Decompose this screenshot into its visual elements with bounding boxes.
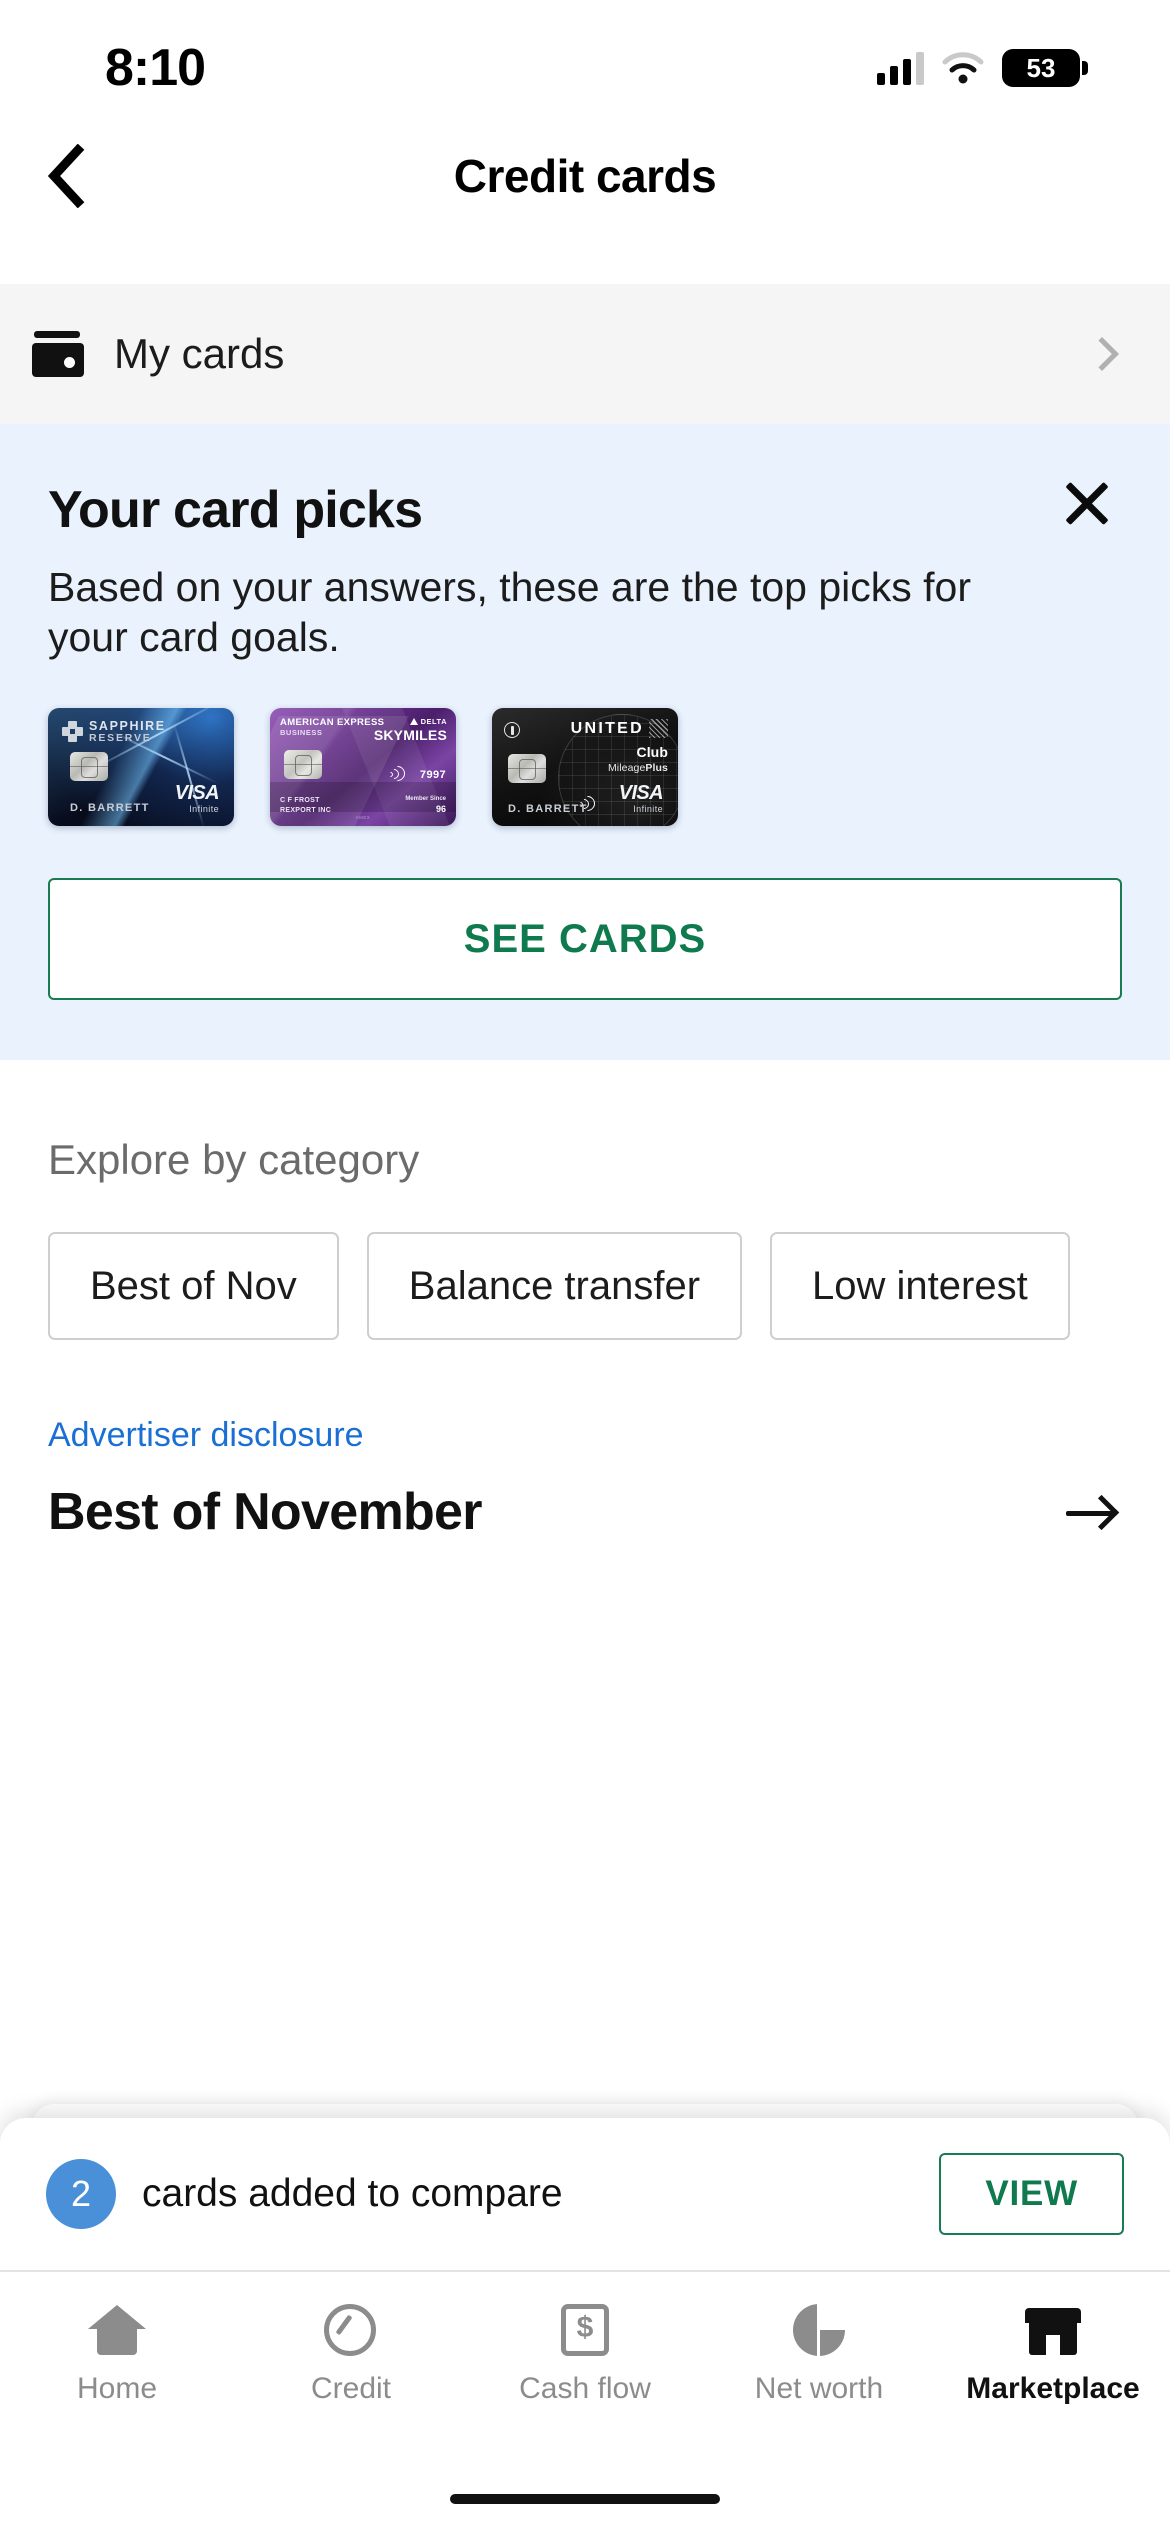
- card-holder-name: C F FROST REXPORT INC: [280, 796, 331, 815]
- card-picks-panel: Your card picks Based on your answers, t…: [0, 424, 1170, 1061]
- tab-credit-label: Credit: [310, 2372, 392, 2405]
- delta-skymiles-logo: DELTA SKYMILES: [374, 717, 447, 742]
- card-last-four: 7997: [419, 769, 446, 782]
- tab-cash-flow[interactable]: $ Cash flow: [468, 2302, 702, 2406]
- card-issuer-label: SAPPHIRE RESERVE: [89, 719, 166, 745]
- tab-credit[interactable]: Credit: [234, 2302, 468, 2406]
- emv-chip-icon: [284, 750, 322, 780]
- storefront-icon: [1022, 2302, 1084, 2358]
- card-thumbnail-united-club[interactable]: UNITED Club MileagePlus D. BARRETT VISA …: [492, 708, 678, 827]
- card-holder-line2: REXPORT INC: [280, 806, 332, 814]
- member-since-label: Member Since: [405, 795, 446, 802]
- tab-cash-flow-label: Cash flow: [519, 2372, 651, 2405]
- card-issuer-label: AMERICAN EXPRESS BUSINESS: [280, 717, 384, 737]
- card-holder-name: D. BARRETT: [508, 803, 588, 816]
- bottom-tab-bar: Home Credit $ Cash flow Net worth Market…: [0, 2270, 1170, 2532]
- card-program-text: SKYMILES: [373, 727, 447, 744]
- category-chip-balance-transfer[interactable]: Balance transfer: [366, 1232, 743, 1341]
- card-network-text: VISA: [174, 782, 220, 805]
- member-since-value: 96: [435, 803, 446, 814]
- wallet-icon: [32, 331, 84, 377]
- card-partner-text: DELTA: [420, 717, 447, 727]
- view-compare-button[interactable]: VIEW: [939, 2153, 1124, 2235]
- back-button[interactable]: [22, 131, 112, 221]
- status-indicators: 53: [877, 31, 1088, 87]
- card-network-tier-text: Infinite: [189, 804, 219, 815]
- my-cards-label: My cards: [114, 330, 285, 377]
- united-emblem-icon: [504, 722, 520, 739]
- promo-subtitle: Based on your answers, these are the top…: [48, 564, 972, 661]
- battery-level: 53: [1026, 52, 1056, 83]
- emv-chip-icon: [508, 754, 546, 784]
- best-of-header-row: Best of November: [48, 1481, 1122, 1543]
- united-globe-mark-icon: [649, 719, 668, 739]
- tab-marketplace-label: Marketplace: [966, 2372, 1140, 2405]
- dollar-square-icon: $: [554, 2302, 616, 2358]
- home-indicator: [450, 2494, 720, 2504]
- chevron-right-icon: [1085, 337, 1119, 371]
- status-time: 8:10: [105, 39, 206, 97]
- tab-net-worth[interactable]: Net worth: [702, 2302, 936, 2406]
- arrow-right-icon[interactable]: [1060, 1481, 1122, 1543]
- card-thumbnail-amex-delta-skymiles[interactable]: AMERICAN EXPRESS BUSINESS DELTA SKYMILES…: [270, 708, 456, 827]
- status-bar: 8:10 53: [0, 0, 1170, 118]
- card-network-text: VISA: [618, 782, 664, 805]
- card-tier-text: RESERVE: [89, 732, 152, 745]
- home-icon: [86, 2302, 148, 2358]
- category-chip-list[interactable]: Best of Nov Balance transfer Low interes…: [48, 1232, 1170, 1341]
- visa-logo: VISA Infinite: [174, 782, 220, 815]
- explore-heading: Explore by category: [48, 1136, 420, 1184]
- card-program-text: MileagePlus: [607, 762, 668, 775]
- best-of-title: Best of November: [48, 1483, 482, 1542]
- category-chip-best-of-nov[interactable]: Best of Nov: [48, 1232, 339, 1341]
- best-of-section: Advertiser disclosure Best of November: [0, 1340, 1170, 1543]
- explore-section: Explore by category Best of Nov Balance …: [0, 1060, 1170, 1341]
- tab-home[interactable]: Home: [0, 2302, 234, 2406]
- close-promo-button[interactable]: [1054, 470, 1120, 536]
- card-tier-text: Club: [636, 744, 668, 761]
- see-cards-button[interactable]: SEE CARDS: [48, 878, 1122, 1001]
- card-holder-line1: C F FROST: [280, 797, 320, 805]
- card-thumbnails: SAPPHIRE RESERVE D. BARRETT VISA Infinit…: [48, 708, 1122, 827]
- cellular-bars-icon: [877, 51, 924, 85]
- my-cards-row[interactable]: My cards: [0, 284, 1170, 424]
- card-thumbnail-sapphire-reserve[interactable]: SAPPHIRE RESERVE D. BARRETT VISA Infinit…: [48, 708, 234, 827]
- card-member-since: Member Since 96: [405, 795, 446, 815]
- card-tier-text: BUSINESS: [280, 728, 323, 738]
- chase-octagon-icon: [62, 721, 83, 743]
- card-network-tier-text: Infinite: [633, 804, 663, 815]
- battery-icon: 53: [1002, 49, 1088, 87]
- tab-net-worth-label: Net worth: [754, 2372, 884, 2405]
- tab-marketplace[interactable]: Marketplace: [936, 2302, 1170, 2406]
- compare-count-badge: 2: [46, 2159, 116, 2229]
- page-header: Credit cards: [0, 118, 1170, 234]
- contactless-pay-icon: [386, 762, 409, 785]
- tab-home-label: Home: [76, 2372, 158, 2405]
- delta-triangle-icon: [409, 718, 418, 726]
- pie-chart-icon: [788, 2302, 850, 2358]
- emv-chip-icon: [70, 752, 108, 782]
- compare-bar-text: cards added to compare: [142, 2172, 563, 2215]
- card-issuer-text: UNITED: [570, 720, 644, 738]
- advertiser-disclosure-link[interactable]: Advertiser disclosure: [48, 1416, 1122, 1455]
- gauge-icon: [320, 2302, 382, 2358]
- visa-logo: VISA Infinite: [618, 782, 664, 815]
- page-title: Credit cards: [453, 150, 717, 202]
- card-holder-name: D. BARRETT: [70, 802, 150, 815]
- chevron-left-icon: [47, 144, 85, 208]
- card-art-mark: AMEX: [355, 815, 371, 821]
- promo-title: Your card picks: [48, 481, 423, 539]
- category-chip-low-interest[interactable]: Low interest: [770, 1232, 1070, 1341]
- compare-bar: 2 cards added to compare VIEW: [0, 2104, 1170, 2270]
- card-issuer-text: AMERICAN EXPRESS: [280, 717, 385, 729]
- card-issuer-text: SAPPHIRE: [89, 719, 166, 734]
- wifi-icon: [942, 52, 984, 84]
